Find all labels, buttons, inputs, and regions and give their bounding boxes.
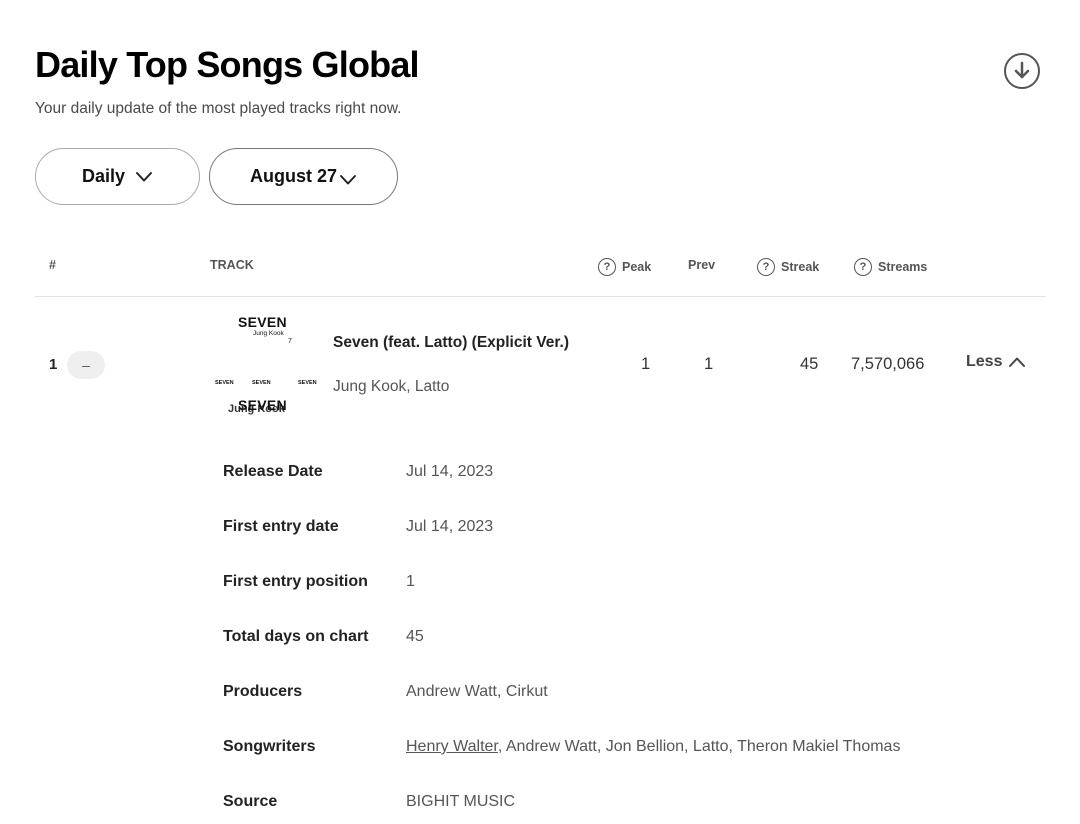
- album-cover[interactable]: SEVEN Jung Kook 7 SEVEN SEVEN SEVEN SEVE…: [210, 310, 320, 420]
- source-value: BIGHIT MUSIC: [406, 793, 516, 810]
- column-header-streams[interactable]: ? Streams: [854, 258, 927, 276]
- toggle-details-label: Less: [966, 353, 1003, 370]
- toggle-details-button[interactable]: Less: [966, 353, 1026, 371]
- header-divider: [35, 296, 1046, 297]
- prev-value: 1: [704, 355, 714, 373]
- total-days-label: Total days on chart: [223, 628, 369, 645]
- column-header-rank: #: [49, 258, 56, 272]
- rank-number: 1: [49, 356, 58, 373]
- chevron-down-icon: [340, 174, 356, 184]
- cover-small-text: SEVEN: [252, 380, 271, 386]
- page-subtitle: Your daily update of the most played tra…: [35, 100, 402, 117]
- period-dropdown-label: Daily: [81, 166, 126, 186]
- cover-mark: 7: [288, 338, 292, 345]
- help-icon[interactable]: ?: [598, 258, 616, 276]
- help-icon[interactable]: ?: [757, 258, 775, 276]
- songwriters-rest: , Andrew Watt, Jon Bellion, Latto, Thero…: [497, 738, 901, 755]
- songwriters-label: Songwriters: [223, 738, 316, 755]
- rank-change-badge: –: [67, 351, 105, 379]
- help-icon[interactable]: ?: [854, 258, 872, 276]
- first-entry-date-value: Jul 14, 2023: [406, 518, 494, 535]
- period-dropdown[interactable]: Daily: [35, 148, 200, 205]
- track-artists[interactable]: Jung Kook, Latto: [333, 378, 449, 396]
- column-header-prev: Prev: [688, 258, 716, 272]
- first-entry-date-label: First entry date: [223, 518, 339, 535]
- column-header-streak[interactable]: ? Streak: [757, 258, 819, 276]
- streams-value: 7,570,066: [851, 355, 925, 373]
- cover-artist-overlay: Jung Kook: [228, 403, 285, 415]
- cover-small-text: SEVEN: [298, 380, 317, 386]
- download-button[interactable]: [1004, 53, 1040, 89]
- cover-artist: Jung Kook: [253, 330, 284, 337]
- date-dropdown-label: August 27: [249, 166, 337, 186]
- cover-title: SEVEN: [238, 314, 287, 330]
- songwriter-link[interactable]: Henry Walter: [406, 738, 498, 755]
- column-header-peak[interactable]: ? Peak: [598, 258, 651, 276]
- first-entry-position-label: First entry position: [223, 573, 368, 590]
- release-date-label: Release Date: [223, 463, 323, 480]
- producers-label: Producers: [223, 683, 303, 700]
- peak-value: 1: [641, 355, 651, 373]
- first-entry-position-value: 1: [406, 573, 415, 590]
- column-header-track: TRACK: [210, 258, 254, 272]
- release-date-value: Jul 14, 2023: [406, 463, 494, 480]
- producers-value: Andrew Watt, Cirkut: [406, 683, 548, 700]
- chevron-down-icon: [136, 171, 153, 181]
- date-dropdown[interactable]: August 27: [209, 148, 398, 205]
- songwriters-value: Henry Walter, Andrew Watt, Jon Bellion, …: [406, 738, 900, 756]
- download-icon: [1014, 61, 1030, 79]
- track-title[interactable]: Seven (feat. Latto) (Explicit Ver.): [333, 331, 573, 354]
- source-label: Source: [223, 793, 278, 810]
- streak-value: 45: [800, 355, 819, 373]
- page-title: Daily Top Songs Global: [35, 44, 420, 85]
- cover-small-text: SEVEN: [215, 380, 234, 386]
- total-days-value: 45: [406, 628, 424, 645]
- chevron-up-icon: [1009, 357, 1026, 367]
